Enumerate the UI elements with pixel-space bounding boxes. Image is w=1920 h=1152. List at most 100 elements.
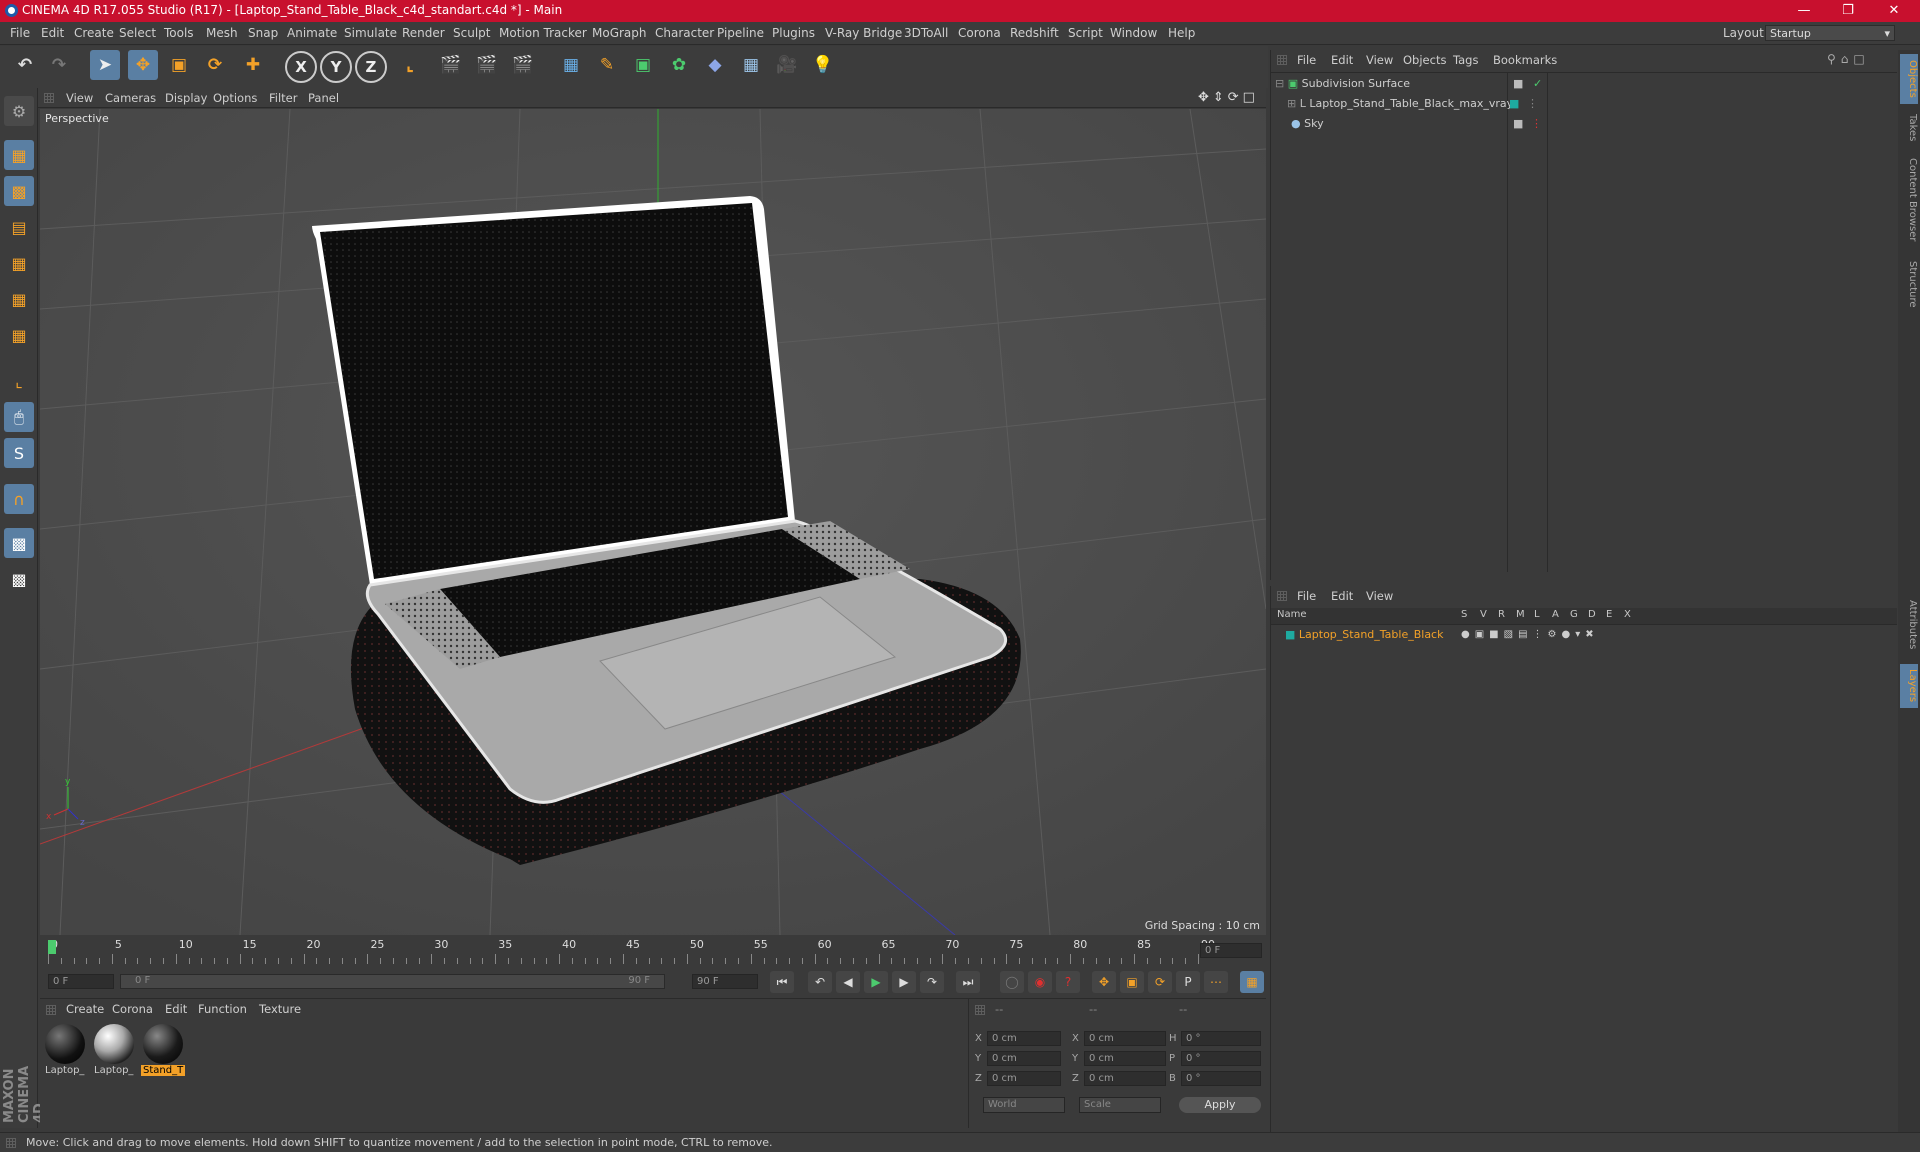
record-keys-icon[interactable]: ◯ bbox=[1000, 971, 1024, 993]
viewport-menu-filter[interactable]: Filter bbox=[269, 91, 297, 105]
auto-keying-icon[interactable]: ◉ bbox=[1028, 971, 1052, 993]
subdivision-surface-icon[interactable]: ▣ bbox=[628, 50, 658, 80]
minimize-button[interactable]: — bbox=[1782, 0, 1826, 22]
tab-attributes[interactable]: Attributes bbox=[1900, 590, 1918, 660]
floor-scene-icon[interactable]: ▦ bbox=[736, 50, 766, 80]
snap-magnet-icon[interactable]: ∩ bbox=[4, 484, 34, 514]
redo-icon[interactable]: ↷ bbox=[44, 50, 74, 80]
z-axis-lock-icon[interactable]: Z bbox=[355, 51, 387, 83]
size-y-field[interactable]: 0 cm bbox=[1084, 1051, 1166, 1066]
viewport-menu-cameras[interactable]: Cameras bbox=[105, 91, 156, 105]
viewport-menu-panel[interactable]: Panel bbox=[308, 91, 339, 105]
go-to-end-icon[interactable]: ⏭ bbox=[956, 971, 980, 993]
material-menu-corona[interactable]: Corona bbox=[112, 1002, 153, 1016]
close-button[interactable]: ✕ bbox=[1872, 0, 1916, 22]
object-menu-view[interactable]: View bbox=[1366, 53, 1393, 67]
axis-mode-icon[interactable]: ⌞ bbox=[4, 366, 34, 396]
key-parameter-icon[interactable]: P bbox=[1176, 971, 1200, 993]
material-swatch-selected[interactable]: Stand_T bbox=[141, 1023, 185, 1079]
menu-animate[interactable]: Animate bbox=[287, 26, 337, 40]
y-axis-lock-icon[interactable]: Y bbox=[320, 51, 352, 83]
mograph-cloner-icon[interactable]: ✿ bbox=[664, 50, 694, 80]
previous-frame-icon[interactable]: ◀ bbox=[836, 971, 860, 993]
make-editable-icon[interactable]: ⚙ bbox=[4, 96, 34, 126]
menu-corona[interactable]: Corona bbox=[958, 26, 1001, 40]
deformer-icon[interactable]: ◆ bbox=[700, 50, 730, 80]
menu-select[interactable]: Select bbox=[119, 26, 156, 40]
expand-icon[interactable]: ⊞ bbox=[1287, 97, 1296, 110]
menu-mesh[interactable]: Mesh bbox=[206, 26, 238, 40]
menu-script[interactable]: Script bbox=[1068, 26, 1103, 40]
visibility-dots-icon[interactable]: ⋮ bbox=[1531, 115, 1542, 133]
position-z-field[interactable]: 0 cm bbox=[987, 1071, 1061, 1086]
tab-structure[interactable]: Structure bbox=[1900, 254, 1918, 314]
timeline-window-icon[interactable]: ▦ bbox=[1240, 971, 1264, 993]
points-mode-icon[interactable]: ▦ bbox=[4, 248, 34, 278]
transform-tool-icon[interactable]: ✚ bbox=[238, 50, 268, 80]
render-view-icon[interactable]: 🎬 bbox=[436, 50, 466, 80]
menu-render[interactable]: Render bbox=[402, 26, 445, 40]
rotation-h-field[interactable]: 0 ° bbox=[1181, 1031, 1261, 1046]
size-z-field[interactable]: 0 cm bbox=[1084, 1071, 1166, 1086]
rotate-tool-icon[interactable]: ⟳ bbox=[200, 50, 230, 80]
object-menu-bookmarks[interactable]: Bookmarks bbox=[1493, 53, 1557, 67]
menu-edit[interactable]: Edit bbox=[41, 26, 64, 40]
viewport-menu-display[interactable]: Display bbox=[165, 91, 207, 105]
menu-character[interactable]: Character bbox=[655, 26, 714, 40]
menu-pipeline[interactable]: Pipeline bbox=[717, 26, 764, 40]
restore-button[interactable]: ❐ bbox=[1826, 0, 1870, 22]
polygons-mode-icon[interactable]: ▦ bbox=[4, 320, 34, 350]
visibility-toggle-icon[interactable]: ■ bbox=[1513, 115, 1523, 133]
coord-system-dropdown[interactable]: World bbox=[983, 1097, 1065, 1113]
grid-snap-icon[interactable]: ▩ bbox=[4, 564, 34, 594]
viewport-menu-options[interactable]: Options bbox=[213, 91, 257, 105]
menu-vray-bridge[interactable]: V-Ray Bridge bbox=[825, 26, 902, 40]
material-menu-create[interactable]: Create bbox=[66, 1002, 104, 1016]
previous-key-icon[interactable]: ↶ bbox=[808, 971, 832, 993]
material-menu-edit[interactable]: Edit bbox=[165, 1002, 187, 1016]
menu-help[interactable]: Help bbox=[1168, 26, 1195, 40]
workplane-lock-icon[interactable]: ▩ bbox=[4, 528, 34, 558]
layer-toggle-icons[interactable]: ●▣■▧▤⋮⚙●▾✖ bbox=[1461, 626, 1599, 644]
enabled-check-icon[interactable]: ✓ bbox=[1533, 75, 1542, 93]
key-pla-icon[interactable]: ⋯ bbox=[1204, 971, 1228, 993]
menu-tools[interactable]: Tools bbox=[164, 26, 194, 40]
menu-sculpt[interactable]: Sculpt bbox=[453, 26, 490, 40]
pen-spline-icon[interactable]: ✎ bbox=[592, 50, 622, 80]
play-icon[interactable]: ▶ bbox=[864, 971, 888, 993]
next-frame-icon[interactable]: ▶ bbox=[892, 971, 916, 993]
menu-simulate[interactable]: Simulate bbox=[344, 26, 397, 40]
material-swatch[interactable]: Laptop_ bbox=[92, 1023, 136, 1079]
frame-range-slider[interactable]: 0 F 90 F bbox=[120, 974, 665, 989]
tab-objects[interactable]: Objects bbox=[1900, 54, 1918, 104]
menu-motion-tracker[interactable]: Motion Tracker bbox=[499, 26, 587, 40]
object-menu-tags[interactable]: Tags bbox=[1453, 53, 1478, 67]
material-menu-function[interactable]: Function bbox=[198, 1002, 247, 1016]
menu-plugins[interactable]: Plugins bbox=[772, 26, 815, 40]
material-swatch[interactable]: Laptop_ bbox=[43, 1023, 87, 1079]
key-scale-icon[interactable]: ▣ bbox=[1120, 971, 1144, 993]
material-menu-texture[interactable]: Texture bbox=[259, 1002, 301, 1016]
rotation-b-field[interactable]: 0 ° bbox=[1181, 1071, 1261, 1086]
tab-layers[interactable]: Layers bbox=[1900, 664, 1918, 708]
current-frame-field[interactable]: 0 F bbox=[1200, 943, 1262, 958]
layer-color-swatch[interactable]: ■ bbox=[1285, 628, 1295, 641]
object-row[interactable]: ⊟ ▣ Subdivision Surface ■ ✓ bbox=[1275, 75, 1895, 93]
position-x-field[interactable]: 0 cm bbox=[987, 1031, 1061, 1046]
start-frame-field[interactable]: 0 F bbox=[48, 974, 114, 989]
layer-menu-view[interactable]: View bbox=[1366, 589, 1393, 603]
menu-snap[interactable]: Snap bbox=[248, 26, 278, 40]
tab-content-browser[interactable]: Content Browser bbox=[1900, 150, 1918, 250]
apply-button[interactable]: Apply bbox=[1179, 1097, 1261, 1113]
undo-icon[interactable]: ↶ bbox=[10, 50, 40, 80]
keyframe-selection-icon[interactable]: ? bbox=[1056, 971, 1080, 993]
search-icon[interactable]: ⚲⌂□ bbox=[1827, 52, 1870, 66]
key-position-icon[interactable]: ✥ bbox=[1092, 971, 1116, 993]
camera-icon[interactable]: 🎥 bbox=[772, 50, 802, 80]
size-x-field[interactable]: 0 cm bbox=[1084, 1031, 1166, 1046]
layer-menu-edit[interactable]: Edit bbox=[1331, 589, 1353, 603]
rotation-p-field[interactable]: 0 ° bbox=[1181, 1051, 1261, 1066]
viewport-menu-view[interactable]: View bbox=[66, 91, 93, 105]
menu-create[interactable]: Create bbox=[74, 26, 114, 40]
render-to-picture-viewer-icon[interactable]: 🎬 bbox=[472, 50, 502, 80]
